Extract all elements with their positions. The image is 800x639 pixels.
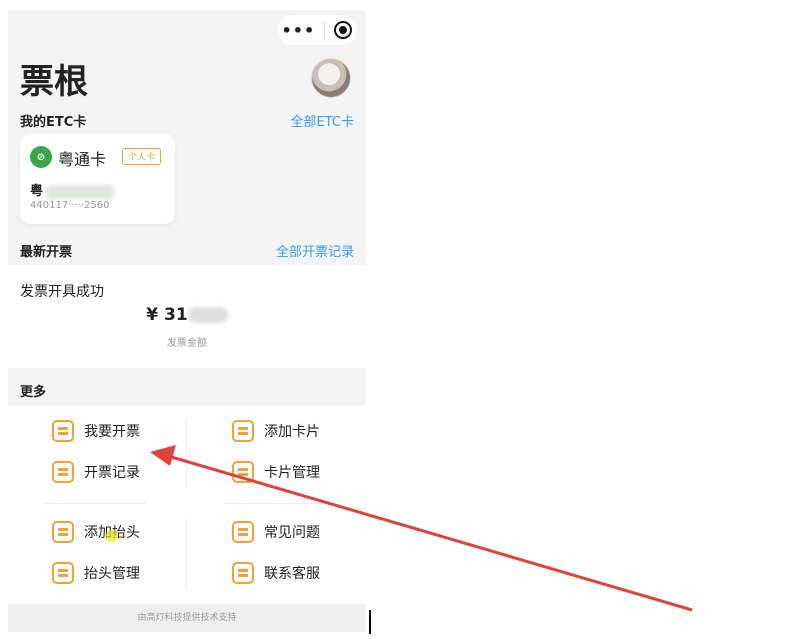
menu-divider-horizontal	[224, 503, 326, 504]
more-dots-icon[interactable]: •••	[282, 21, 316, 40]
target-icon[interactable]	[334, 21, 353, 39]
menu-item-add-header[interactable]: 添加抬头	[52, 521, 140, 543]
question-icon	[232, 521, 254, 543]
menu-item-label: 添加卡片	[264, 424, 320, 440]
invoice-status: 发票开具成功	[20, 284, 104, 300]
menu-item-card-management[interactable]: 卡片管理	[232, 461, 320, 483]
menu-item-label: 我要开票	[84, 424, 140, 440]
invoice-amount: ¥ 31	[8, 305, 366, 325]
menu-item-label: 开票记录	[84, 465, 140, 481]
invoice-amount-label: 发票金额	[167, 338, 207, 349]
menu-divider-horizontal	[44, 503, 146, 504]
invoice-amount-value: ¥ 31	[146, 305, 188, 325]
menu-item-invoice-records[interactable]: 开票记录	[52, 461, 140, 483]
plate-prefix: 粤	[30, 184, 44, 199]
avatar[interactable]	[311, 58, 351, 98]
amount-blur	[187, 307, 228, 323]
page-title: 票根	[20, 62, 88, 102]
latest-section-title: 最新开票	[20, 245, 73, 260]
record-icon	[52, 461, 74, 483]
text-cursor	[369, 610, 371, 634]
latest-invoice[interactable]: 发票开具成功 ¥ 31 发票金额	[8, 265, 366, 368]
all-etc-cards-link[interactable]: 全部ETC卡	[291, 111, 354, 130]
menu-item-add-card[interactable]: 添加卡片	[232, 420, 320, 442]
card-number: 440117·····2560	[30, 200, 110, 211]
card-manage-icon	[232, 461, 254, 483]
menu-item-header-management[interactable]: 抬头管理	[52, 562, 140, 584]
card-name: 粤通卡	[58, 150, 107, 169]
etc-section-header: 我的ETC卡 全部ETC卡	[20, 111, 354, 130]
header-manage-icon	[52, 562, 74, 584]
phone-screen: ••• 票根 我的ETC卡 全部ETC卡 ⊘ 粤通卡 个人卡 粤 440117·…	[8, 10, 366, 632]
menu-item-label: 抬头管理	[84, 566, 140, 582]
more-section-title: 更多	[20, 385, 47, 400]
mini-program-capsule: •••	[276, 14, 358, 46]
invoice-icon	[52, 420, 74, 442]
menu-item-contact-service[interactable]: 联系客服	[232, 562, 320, 584]
add-card-icon	[232, 420, 254, 442]
yuetong-logo-icon: ⊘	[30, 146, 52, 168]
menu-item-issue-invoice[interactable]: 我要开票	[52, 420, 140, 442]
plate-number: 粤	[30, 180, 116, 199]
card-type-badge: 个人卡	[122, 148, 162, 165]
menu-item-label: 卡片管理	[264, 465, 320, 481]
more-menu: 我要开票 添加卡片 开票记录 卡片管理 添加抬头 常见问题 抬头管理 联系客服	[8, 406, 366, 604]
etc-section-title: 我的ETC卡	[20, 115, 87, 130]
plate-blur	[45, 184, 116, 199]
all-invoice-records-link[interactable]: 全部开票记录	[276, 241, 354, 260]
highlight-marker	[106, 530, 118, 542]
menu-divider-vertical	[186, 418, 187, 488]
menu-divider-vertical	[186, 518, 187, 590]
footer: 由高灯科技提供技术支持	[8, 604, 366, 632]
menu-item-label: 联系客服	[264, 566, 320, 582]
service-icon	[232, 562, 254, 584]
menu-item-label: 常见问题	[264, 525, 320, 541]
add-header-icon	[52, 521, 74, 543]
etc-card[interactable]: ⊘ 粤通卡 个人卡 粤 440117·····2560	[20, 134, 175, 224]
capsule-divider	[324, 21, 326, 39]
latest-section-header: 最新开票 全部开票记录	[20, 241, 354, 260]
menu-item-faq[interactable]: 常见问题	[232, 521, 320, 543]
